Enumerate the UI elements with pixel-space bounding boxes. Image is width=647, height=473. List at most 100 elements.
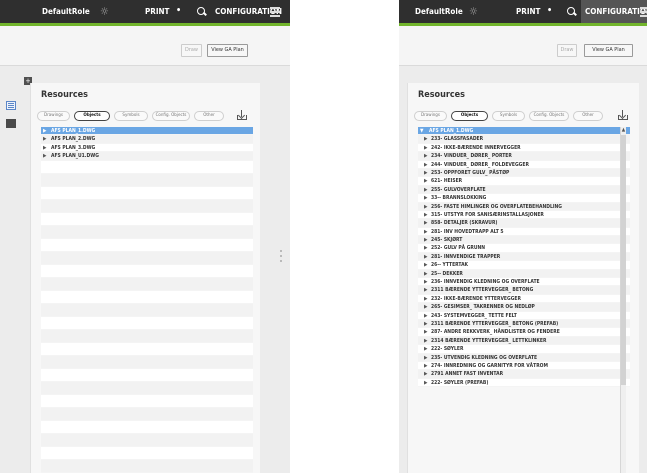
tree-item[interactable]: ▶ 245- SKJØRT bbox=[418, 236, 630, 245]
tree-item[interactable]: ▶ 242- IKKE-BÆRENDE INNERVEGGER bbox=[418, 143, 630, 153]
tree-item[interactable]: ▶ 26-- YTTERTAK bbox=[418, 261, 630, 270]
scrollbar-thumb[interactable] bbox=[621, 135, 626, 385]
expand-caret-icon[interactable]: ▶ bbox=[424, 203, 427, 210]
configuration-menu[interactable]: CONFIGURATION bbox=[581, 0, 647, 23]
expand-caret-icon[interactable]: ▶ bbox=[43, 144, 46, 151]
expand-caret-icon[interactable]: ▶ bbox=[424, 270, 427, 277]
expand-caret-icon[interactable]: ▶ bbox=[424, 144, 427, 151]
draw-button[interactable]: Draw bbox=[557, 44, 577, 57]
expand-caret-icon[interactable]: ▶ bbox=[424, 177, 427, 184]
view-ga-plan-button[interactable]: View GA Plan bbox=[207, 44, 248, 57]
tab-objects[interactable]: Objects bbox=[74, 111, 110, 121]
tab-other[interactable]: Other bbox=[573, 111, 603, 121]
layers-icon[interactable] bbox=[6, 119, 16, 128]
expand-caret-icon[interactable]: ▶ bbox=[424, 379, 427, 386]
hamburger-menu-icon[interactable] bbox=[640, 0, 647, 23]
expand-caret-icon[interactable]: ▶ bbox=[424, 320, 427, 327]
tree-root-item[interactable]: ▼ AFS PLAN_1.DWG bbox=[418, 127, 630, 136]
tab-config-objects[interactable]: Config. Objects bbox=[529, 111, 569, 121]
tab-symbols[interactable]: Symbols bbox=[114, 111, 148, 121]
expand-caret-icon[interactable]: ▶ bbox=[424, 312, 427, 319]
tree-item[interactable]: ▶ 315- UTSTYR FOR SANISÆRINSTALLASJONER bbox=[418, 210, 630, 220]
expand-caret-icon[interactable]: ▶ bbox=[424, 286, 427, 293]
expand-caret-icon[interactable]: ▶ bbox=[424, 354, 427, 361]
tree-item[interactable]: ▶ 252- GULV PÅ GRUNN bbox=[418, 244, 630, 253]
tab-drawings[interactable]: Drawings bbox=[37, 111, 70, 121]
search-icon[interactable] bbox=[196, 0, 206, 23]
tab-symbols[interactable]: Symbols bbox=[492, 111, 525, 121]
tree-item[interactable]: ▶ 274- INNREDNING OG GARNITYR FOR VÅTROM bbox=[418, 361, 630, 371]
expand-caret-icon[interactable]: ▶ bbox=[424, 135, 427, 142]
expand-caret-icon[interactable]: ▶ bbox=[424, 152, 427, 159]
tree-item[interactable]: ▶ 233- GLASSFASADER bbox=[418, 135, 630, 144]
tree-item[interactable]: ▶ 256- FASTE HIMLINGER OG OVERFLATEBEHAND… bbox=[418, 202, 630, 211]
expand-caret-icon[interactable]: ▶ bbox=[43, 127, 46, 134]
expand-caret-icon[interactable]: ▶ bbox=[424, 194, 427, 201]
list-item[interactable]: ▶ AFS PLAN_2.DWG bbox=[41, 135, 253, 144]
hamburger-menu-icon[interactable] bbox=[270, 0, 280, 23]
tree-item[interactable]: ▶ 281- INNVENDIGE TRAPPER bbox=[418, 252, 630, 262]
tree-item[interactable]: ▶ 287- ANDRE REKKVERK_ HÅNDLISTER OG FEND… bbox=[418, 328, 630, 337]
tree-item[interactable]: ▶ 235- UTVENDIG KLEDNING OG OVERFLATE bbox=[418, 353, 630, 362]
expand-caret-icon[interactable]: ▶ bbox=[424, 345, 427, 352]
list-item[interactable]: ▶ AFS PLAN_3.DWG bbox=[41, 143, 253, 153]
search-icon[interactable] bbox=[566, 0, 576, 23]
expand-caret-icon[interactable]: ▶ bbox=[424, 244, 427, 251]
tree-item[interactable]: ▶ 2314 BÆRENDE YTTERVEGGER_ LETTKLINKER bbox=[418, 336, 630, 346]
tab-config-objects[interactable]: Config. Objects bbox=[152, 111, 190, 121]
expand-caret-icon[interactable]: ▶ bbox=[424, 370, 427, 377]
tree-item[interactable]: ▶ 222- SØYLER bbox=[418, 345, 630, 354]
role-selector[interactable]: DefaultRole bbox=[42, 0, 90, 23]
tree-item[interactable]: ▶ 253- OPPFORET GULV_ PÅSTØP bbox=[418, 168, 630, 178]
download-icon[interactable] bbox=[618, 110, 628, 120]
expand-caret-icon[interactable]: ▶ bbox=[424, 186, 427, 193]
list-item[interactable]: ▶ AFS PLAN_U1.DWG bbox=[41, 152, 253, 161]
download-icon[interactable] bbox=[237, 110, 247, 120]
expand-caret-icon[interactable]: ▶ bbox=[424, 278, 427, 285]
tree-item[interactable]: ▶ 265- GESIMSER_ TAKRENNER OG NEDLØP bbox=[418, 303, 630, 312]
expand-caret-icon[interactable]: ▶ bbox=[424, 219, 427, 226]
expand-caret-icon[interactable]: ▶ bbox=[424, 161, 427, 168]
expand-caret-icon[interactable]: ▶ bbox=[43, 135, 46, 142]
tree-item[interactable]: ▶ 2311 BÆRENDE YTTERVEGGER_ BETONG bbox=[418, 286, 630, 295]
expand-caret-icon[interactable]: ▶ bbox=[424, 337, 427, 344]
expand-caret-icon[interactable]: ▶ bbox=[424, 236, 427, 243]
collapse-caret-icon[interactable]: ▼ bbox=[420, 127, 423, 134]
tree-item[interactable]: ▶ 236- INNVENDIG KLEDNING OG OVERFLATE bbox=[418, 278, 630, 287]
view-ga-plan-button[interactable]: View GA Plan bbox=[584, 44, 633, 57]
expand-caret-icon[interactable]: ▶ bbox=[424, 303, 427, 310]
tab-other[interactable]: Other bbox=[194, 111, 224, 121]
tree-item[interactable]: ▶ 281- INV HOVEDTRAPP ALT 5 bbox=[418, 227, 630, 237]
role-selector[interactable]: DefaultRole bbox=[415, 0, 463, 23]
scroll-up-icon[interactable]: ▲ bbox=[621, 127, 626, 134]
tree-item[interactable]: ▶ 244- VINDUER_ DØRER_ FOLDEVEGGER bbox=[418, 160, 630, 169]
tree-item[interactable]: ▶ 2311 BÆRENDE YTTERVEGGER_ BETONG (PREFA… bbox=[418, 319, 630, 329]
tree-item[interactable]: ▶ 33-- BRANNSLOKKING bbox=[418, 194, 630, 203]
expand-caret-icon[interactable]: ▶ bbox=[424, 211, 427, 218]
resize-handle[interactable] bbox=[278, 248, 284, 264]
expand-caret-icon[interactable]: ▶ bbox=[424, 362, 427, 369]
expand-caret-icon[interactable]: ▶ bbox=[424, 169, 427, 176]
brightness-icon[interactable]: ☼ bbox=[100, 0, 109, 23]
expand-caret-icon[interactable]: ▶ bbox=[43, 152, 46, 159]
tree-item[interactable]: ▶ 621- HEISER bbox=[418, 177, 630, 186]
tab-objects[interactable]: Objects bbox=[451, 111, 488, 121]
tree-scrollbar[interactable]: ▲ bbox=[620, 127, 626, 473]
tree-item[interactable]: ▶ 2791 ANNET FAST INVENTAR bbox=[418, 370, 630, 379]
draw-button[interactable]: Draw bbox=[181, 44, 202, 57]
tree-item[interactable]: ▶ 234- VINDUER_ DØRER_ PORTER bbox=[418, 152, 630, 161]
expand-caret-icon[interactable]: ▶ bbox=[424, 295, 427, 302]
expand-caret-icon[interactable]: ▶ bbox=[424, 253, 427, 260]
brightness-icon[interactable]: ☼ bbox=[469, 0, 478, 23]
tree-item[interactable]: ▶ 255- GULVOVERFLATE bbox=[418, 185, 630, 195]
list-view-icon[interactable] bbox=[6, 101, 16, 110]
tab-drawings[interactable]: Drawings bbox=[414, 111, 447, 121]
expand-caret-icon[interactable]: ▶ bbox=[424, 228, 427, 235]
tree-item[interactable]: ▶ 232- IKKE-BÆRENDE YTTERVEGGER bbox=[418, 294, 630, 304]
tree-item[interactable]: ▶ 858- DETALJER (SKRAVUR) bbox=[418, 219, 630, 228]
print-menu[interactable]: PRINT bbox=[145, 0, 169, 23]
tree-item[interactable]: ▶ 243- SYSTEMVEGGER_ TETTE FELT bbox=[418, 311, 630, 320]
expand-caret-icon[interactable]: ▶ bbox=[424, 261, 427, 268]
tree-item[interactable]: ▶ 25-- DEKKER bbox=[418, 269, 630, 279]
print-menu[interactable]: PRINT bbox=[516, 0, 540, 23]
